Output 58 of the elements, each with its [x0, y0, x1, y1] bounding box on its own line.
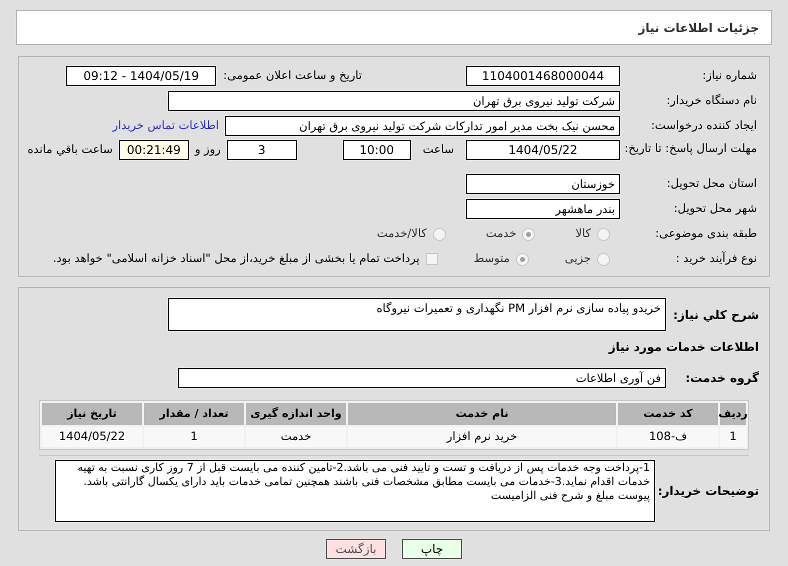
- column-header: تاریخ نیاز: [42, 403, 142, 425]
- radio-label: کالا/خدمت: [376, 225, 427, 242]
- radio-label: جزیی: [564, 250, 591, 268]
- service-group-field: فن آوری اطلاعات: [178, 368, 666, 388]
- table-cell: ف-108: [618, 427, 718, 447]
- page-title: جزئیات اطلاعات نیاز: [638, 20, 759, 36]
- province-field: خوزستان: [466, 174, 620, 194]
- checkbox[interactable]: [426, 253, 438, 265]
- field-label: ساعت باقي مانده: [28, 141, 113, 158]
- need-number-field: 1104001468000044: [466, 66, 620, 86]
- remaining-time-field: 00:21:49: [118, 140, 189, 160]
- city-field: بندر ماهشهر: [466, 199, 620, 219]
- radio-button[interactable]: [597, 252, 610, 266]
- column-header: نام خدمت: [348, 403, 616, 425]
- payment-note: پرداخت تمام یا بخشی از مبلغ خرید،از محل "اسناد خزانه اسلامی" خواهد بود.: [52, 250, 420, 268]
- announce-date-field: 1404/05/19 - 09:12: [66, 66, 216, 86]
- back-button[interactable]: بازگشت: [326, 539, 386, 559]
- field-label: تاریخ و ساعت اعلان عمومی:: [223, 67, 362, 84]
- deadline-time-field: 10:00: [342, 140, 411, 160]
- print-button[interactable]: چاپ: [402, 539, 462, 559]
- contact-link[interactable]: اطلاعات تماس خریدار: [112, 117, 219, 135]
- radio-label: کالا: [575, 225, 591, 242]
- field-label: ایجاد کننده درخواست:: [650, 117, 757, 134]
- creator-field: محسن نیک بخت مدیر امور تدارکات شرکت تولید نیروی برق تهران: [225, 116, 620, 136]
- radio-label: متوسط: [474, 250, 510, 268]
- field-label: مهلت ارسال پاسخ: تا تاریخ:: [623, 140, 757, 156]
- field-label: توضیحات خریدار:: [656, 483, 759, 500]
- radio-label: خدمت: [486, 225, 516, 242]
- column-header: واحد اندازه گیری: [246, 403, 346, 425]
- column-header: تعداد / مقدار: [144, 403, 244, 425]
- field-label: استان محل تحویل:: [666, 175, 757, 192]
- deadline-date-field: 1404/05/22: [466, 140, 620, 160]
- table-cell: خدمت: [246, 427, 346, 447]
- table-cell: 1: [144, 427, 244, 447]
- field-label: شهر محل تحویل:: [672, 200, 757, 218]
- field-label: شرح کلي نياز:: [672, 306, 759, 324]
- section-title: اطلاعات خدمات مورد نیاز: [607, 339, 759, 356]
- radio-button[interactable]: [516, 252, 529, 266]
- field-label: طبقه بندی موضوعی:: [654, 225, 757, 242]
- field-label: گروه خدمت:: [684, 370, 759, 387]
- buyer-field: شرکت تولید نیروی برق تهران: [168, 91, 620, 111]
- field-label: نوع فرآیند خرید :: [674, 250, 757, 268]
- field-label: نام دستگاه خریدار:: [665, 92, 757, 110]
- field-label: روز و: [194, 141, 221, 158]
- column-header: ردیف: [720, 403, 746, 425]
- radio-button[interactable]: [597, 228, 610, 240]
- field-label: ساعت: [422, 141, 454, 158]
- note-text: پیوست مبلغ و شرح فنی الزامیست: [490, 489, 650, 503]
- days-field: 3: [226, 140, 297, 160]
- radio-button[interactable]: [522, 228, 536, 240]
- note-text: 1-پرداخت وجه خدمات پس از دریافت و تست و تایید فنی می باشد.2-تامین کننده می بایست قبل از 7 روز کاری نسبت به تهیه خدمات اقدام نماید.3-خدمات می بایست مطابق مشخصات فنی باشند همچنین تمامی خدمات باید دارای یکسال گارانتی باشد.: [76, 461, 650, 489]
- table-cell: 1404/05/22: [42, 427, 142, 447]
- summary-field: خریدو پیاده سازی نرم افزار PM نگهداری و تعمیرات نیروگاه: [168, 298, 666, 331]
- radio-button[interactable]: [432, 228, 446, 240]
- table-cell: 1: [720, 427, 746, 447]
- table-cell: خرید نرم افزار: [348, 427, 616, 447]
- field-label: شماره نیاز:: [701, 67, 757, 84]
- column-header: کد خدمت: [618, 403, 718, 425]
